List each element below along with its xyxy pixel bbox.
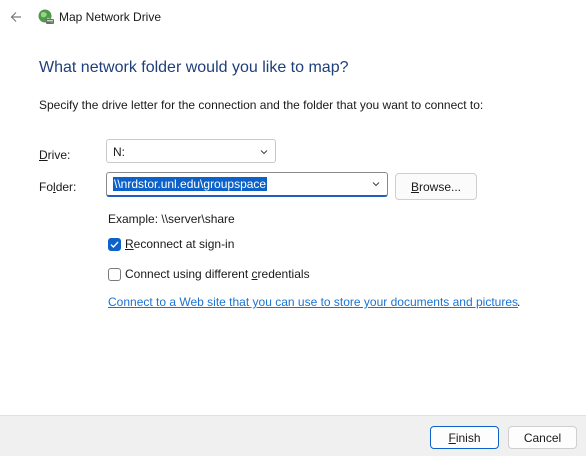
drive-label: Drive: [39,148,70,162]
reconnect-checkbox[interactable] [108,237,121,251]
browse-label: rowse... [419,179,462,194]
checkmark-icon [110,241,119,248]
drive-label-access-key: D [39,148,48,162]
credentials-checkbox-row[interactable]: Connect using different credentials [108,266,310,282]
drive-letter-value: N: [113,145,125,159]
instruction-text: Specify the drive letter for the connect… [39,98,484,112]
browse-access-key: B [410,179,419,194]
finish-label: inish [455,430,481,445]
credentials-label: Connect using different credentials [125,267,310,281]
browse-button[interactable]: Browse... [395,173,477,200]
finish-button[interactable]: Finish [430,426,499,449]
reconnect-label: Reconnect at sign-in [125,237,234,251]
reconnect-access-key: R [125,237,134,251]
window-title: Map Network Drive [59,10,162,24]
page-heading: What network folder would you like to ma… [39,59,349,76]
arrow-left-icon [10,12,21,22]
title-bar: Map Network Drive [0,0,586,36]
chevron-down-icon [260,150,268,155]
dialog-footer: Finish Cancel [0,415,586,456]
credentials-checkbox[interactable] [108,267,121,281]
map-network-drive-window: Map Network Drive What network folder wo… [0,0,586,456]
folder-combobox[interactable]: \\nrdstor.unl.edu\groupspace [106,172,388,197]
network-drive-icon [38,9,54,24]
credentials-label-pre: Connect using different [125,267,252,281]
folder-label-pre: Fo [39,180,54,194]
folder-label: Folder: [39,180,76,194]
cancel-button[interactable]: Cancel [508,426,577,449]
drive-label-text: rive: [47,148,71,162]
link-period: . [517,295,521,309]
drive-letter-select[interactable]: N: [106,139,276,163]
web-site-link[interactable]: Connect to a Web site that you can use t… [108,295,518,309]
finish-access-key: F [448,430,456,445]
folder-label-text: der: [55,180,77,194]
credentials-label-text: redentials [257,267,310,281]
reconnect-label-text: econnect at sign-in [133,237,235,251]
example-text: Example: \\server\share [108,212,235,226]
folder-input[interactable]: \\nrdstor.unl.edu\groupspace [113,177,268,191]
chevron-down-icon[interactable] [370,178,382,190]
reconnect-checkbox-row[interactable]: Reconnect at sign-in [108,236,234,252]
back-button[interactable] [6,7,26,27]
